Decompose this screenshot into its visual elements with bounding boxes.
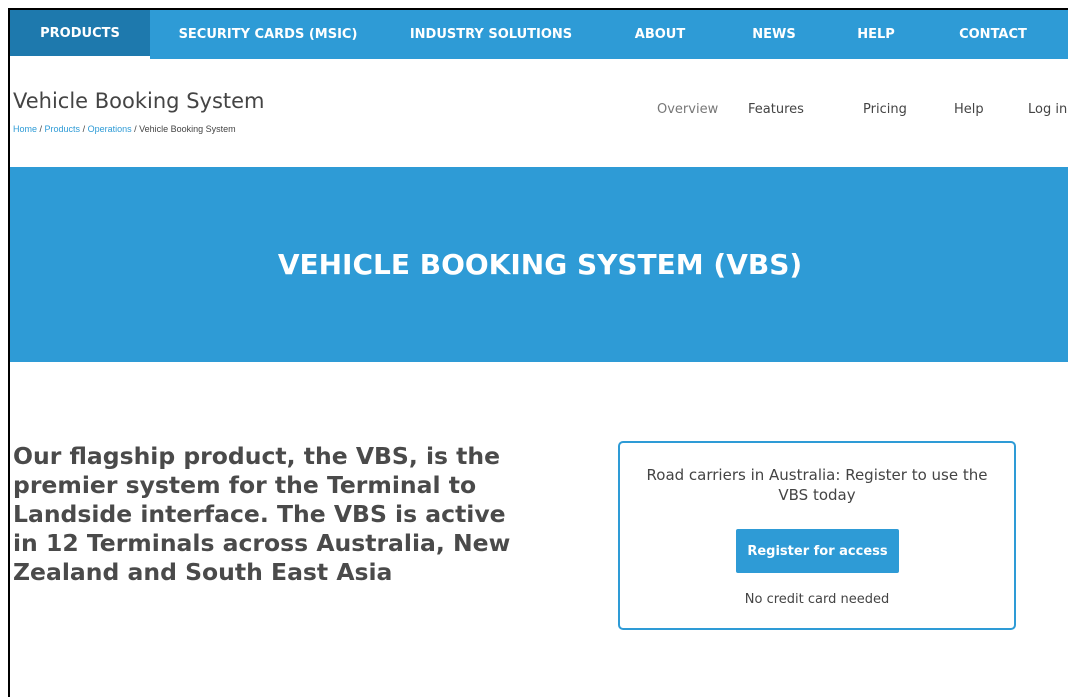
breadcrumb-current: Vehicle Booking System [139,124,236,134]
subnav-overview[interactable]: Overview [657,102,718,117]
subnav-login[interactable]: Log in [1028,102,1067,117]
breadcrumb-separator: / [131,124,140,134]
breadcrumb-products[interactable]: Products [45,124,81,134]
subnav-features[interactable]: Features [748,102,804,117]
nav-contact[interactable]: CONTACT [928,10,1058,59]
nav-news[interactable]: NEWS [724,10,824,59]
subnav-help[interactable]: Help [954,102,984,117]
register-card: Road carriers in Australia: Register to … [618,441,1016,630]
breadcrumb-home[interactable]: Home [13,124,37,134]
lead-text: Our flagship product, the VBS, is the pr… [13,442,511,586]
hero-banner: VEHICLE BOOKING SYSTEM (VBS) [10,167,1068,362]
breadcrumb-separator: / [37,124,45,134]
hero-title: VEHICLE BOOKING SYSTEM (VBS) [277,248,803,281]
nav-help[interactable]: HELP [824,10,928,59]
nav-about[interactable]: ABOUT [596,10,724,59]
top-navigation: PRODUCTS SECURITY CARDS (MSIC) INDUSTRY … [10,10,1068,59]
nav-security-cards[interactable]: SECURITY CARDS (MSIC) [150,10,386,59]
breadcrumb: Home / Products / Operations / Vehicle B… [13,124,236,134]
register-message: Road carriers in Australia: Register to … [646,466,988,504]
nav-products[interactable]: PRODUCTS [10,10,150,59]
subnav-pricing[interactable]: Pricing [863,102,907,117]
nav-industry-solutions[interactable]: INDUSTRY SOLUTIONS [386,10,596,59]
page-title: Vehicle Booking System [13,89,265,113]
page-frame: PRODUCTS SECURITY CARDS (MSIC) INDUSTRY … [8,8,1068,697]
register-button[interactable]: Register for access [736,529,899,573]
breadcrumb-operations[interactable]: Operations [88,124,132,134]
breadcrumb-separator: / [80,124,88,134]
no-credit-card-note: No credit card needed [744,592,890,607]
